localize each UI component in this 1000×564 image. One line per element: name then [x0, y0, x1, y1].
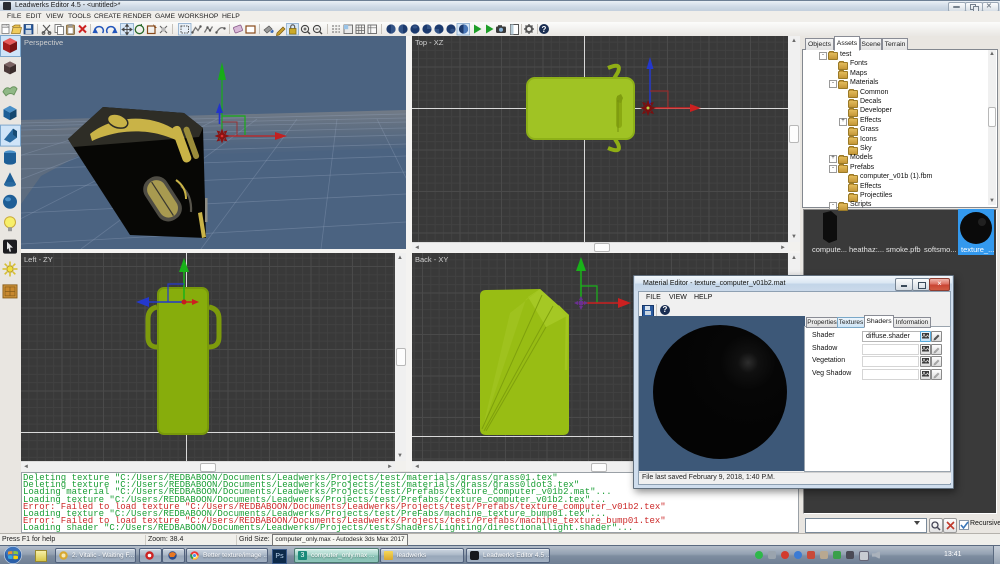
svg-text:Left - ZY: Left - ZY	[24, 255, 53, 264]
svg-text:texture_...: texture_...	[961, 245, 994, 254]
svg-text:Back - XY: Back - XY	[415, 255, 448, 264]
svg-text:heathaz:...: heathaz:...	[849, 245, 884, 254]
svg-text:Top - XZ: Top - XZ	[415, 38, 444, 47]
svg-text:softsmo...: softsmo...	[924, 245, 957, 254]
svg-text:smoke.pfb: smoke.pfb	[886, 245, 921, 254]
svg-text:?: ?	[542, 25, 547, 34]
svg-text:Perspective: Perspective	[24, 38, 63, 47]
svg-text:compute...: compute...	[812, 245, 847, 254]
